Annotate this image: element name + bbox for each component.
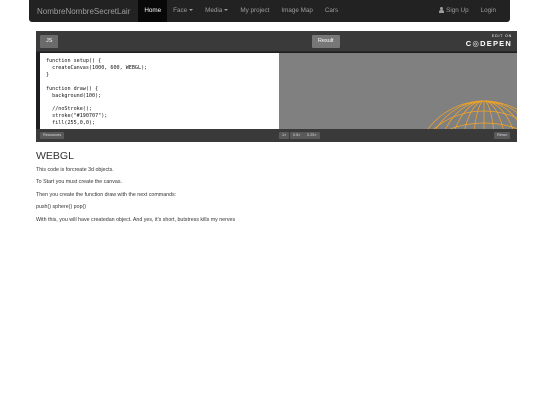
page-title: WEBGL [36,150,74,162]
zoom-1x-button[interactable]: 1× [279,132,290,139]
zoom-05x-button[interactable]: 0.5× [290,132,304,139]
codepen-embed: JS Result EDIT ON C◎DEPEN function setup… [36,31,517,142]
tab-js[interactable]: JS [40,35,59,48]
result-pane [279,53,517,132]
code-pane[interactable]: function setup() { createCanvas(1000, 60… [40,53,279,132]
codepen-logo: C◎DEPEN [465,39,512,48]
resources-button[interactable]: Resources [40,132,65,139]
nav-home[interactable]: Home [138,0,168,22]
embed-header: JS Result EDIT ON C◎DEPEN [36,31,517,52]
paragraph-3: Then you create the function draw with t… [36,192,177,198]
edit-on-codepen-link[interactable]: EDIT ON C◎DEPEN [466,34,512,48]
nav-my-project[interactable]: My project [234,0,275,22]
edit-on-label: EDIT ON [491,34,512,38]
nav-media-label: Media [205,7,223,14]
nav-image-map[interactable]: Image Map [275,0,319,22]
tab-result[interactable]: Result [312,35,340,48]
caret-down-icon [189,9,194,12]
signup-label: Sign Up [446,7,469,14]
top-navbar: NombreNombreSecretLair Home Face Media M… [29,0,510,22]
paragraph-2: To Start you must create the canvas. [36,179,122,185]
brand-link[interactable]: NombreNombreSecretLair [29,7,138,16]
paragraph-1: This code is forcreate 3d objects. [36,167,114,173]
embed-footer: Resources 1× 0.5× 0.25× Rerun [36,129,517,142]
rerun-button[interactable]: Rerun [494,132,511,139]
signup-link[interactable]: Sign Up [433,0,474,22]
wireframe-sphere [425,100,517,132]
zoom-025x-button[interactable]: 0.25× [304,132,320,139]
login-link[interactable]: Login [475,0,510,22]
nav-face-label: Face [173,7,188,14]
nav-cars[interactable]: Cars [319,0,344,22]
paragraph-4: push() sphere() pop() [36,204,87,210]
nav-face-dropdown[interactable]: Face [167,0,199,22]
code-text: function setup() { createCanvas(1000, 60… [46,58,148,127]
caret-down-icon [224,9,229,12]
paragraph-5: With this, you will have createdan objec… [36,217,236,223]
nav-media-dropdown[interactable]: Media [199,0,234,22]
nav-right-group: Sign Up Login [433,0,510,22]
user-icon [439,7,445,13]
